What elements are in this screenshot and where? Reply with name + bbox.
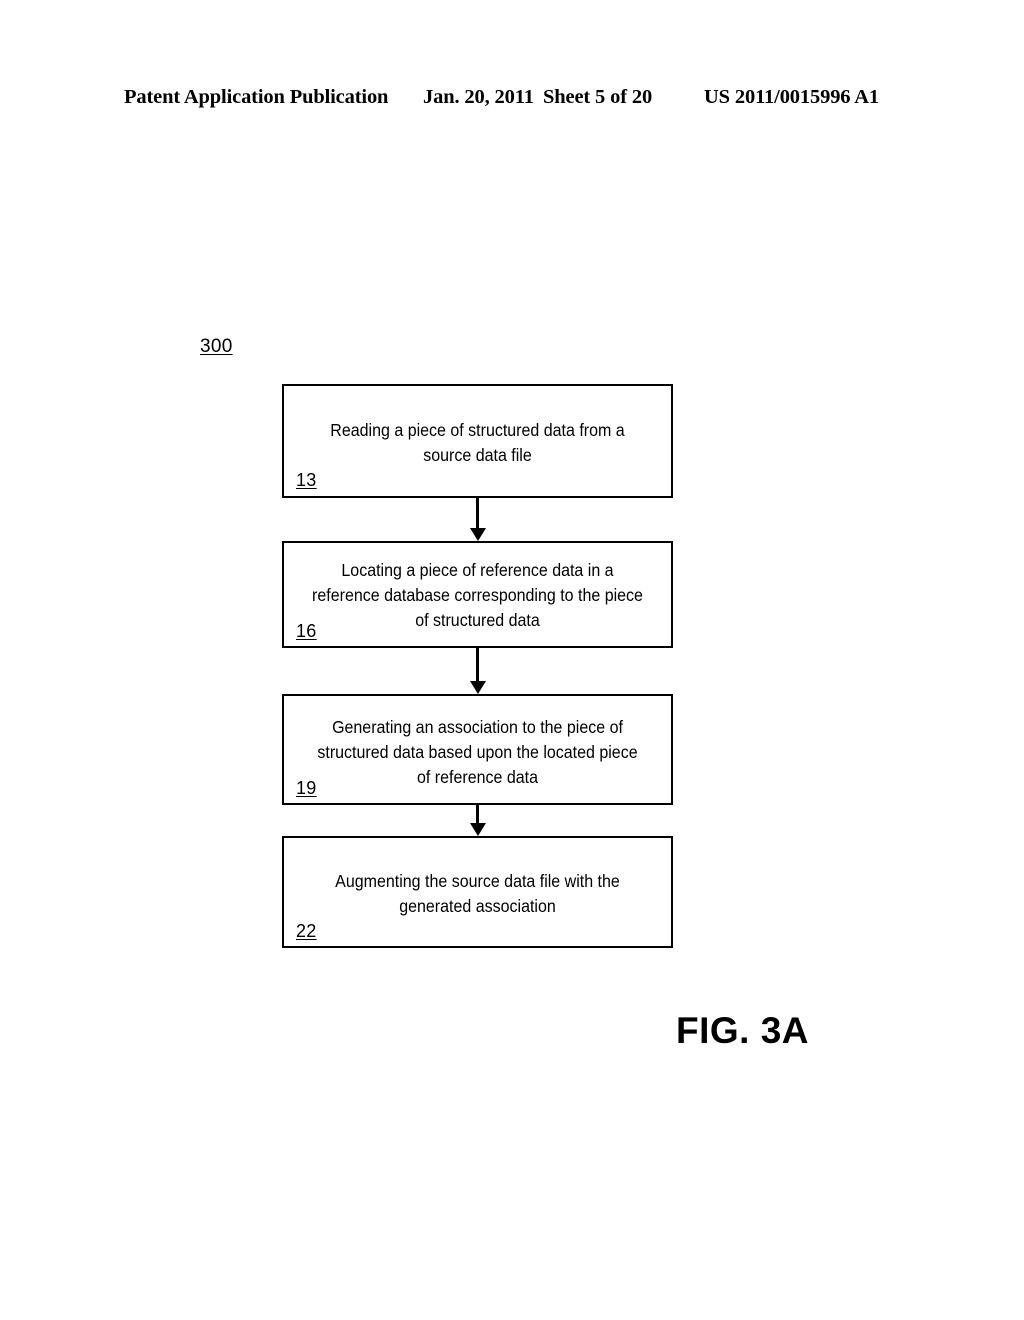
figure-caption: FIG. 3A: [676, 1010, 810, 1051]
flowchart-step-text: Generating an association to the piece o…: [317, 717, 638, 787]
flowchart-step-text: Locating a piece of reference data in a …: [312, 560, 643, 630]
arrow-head: [470, 681, 486, 694]
flowchart-step-text: Augmenting the source data file with the…: [335, 871, 620, 916]
flowchart-step-box: Augmenting the source data file with the…: [282, 836, 673, 948]
flowchart-step-box: Generating an association to the piece o…: [282, 694, 673, 805]
flowchart-step-reference: 13: [296, 470, 317, 490]
flowchart-arrow-down-icon: [470, 648, 486, 694]
arrow-head: [470, 528, 486, 541]
arrow-shaft: [476, 648, 479, 682]
flowchart-diagram: Reading a piece of structured data from …: [0, 0, 1024, 1320]
arrow-shaft: [476, 498, 479, 529]
arrow-head: [470, 823, 486, 836]
flowchart-step-text: Reading a piece of structured data from …: [330, 420, 625, 465]
flowchart-arrow-down-icon: [470, 498, 486, 541]
flowchart-step-reference: 19: [296, 778, 317, 798]
flowchart-step-box: Locating a piece of reference data in a …: [282, 541, 673, 648]
flowchart-step-reference: 16: [296, 621, 317, 641]
flowchart-arrow-down-icon: [470, 805, 486, 836]
flowchart-step-box: Reading a piece of structured data from …: [282, 384, 673, 498]
arrow-shaft: [476, 805, 479, 824]
flowchart-step-reference: 22: [296, 921, 317, 941]
